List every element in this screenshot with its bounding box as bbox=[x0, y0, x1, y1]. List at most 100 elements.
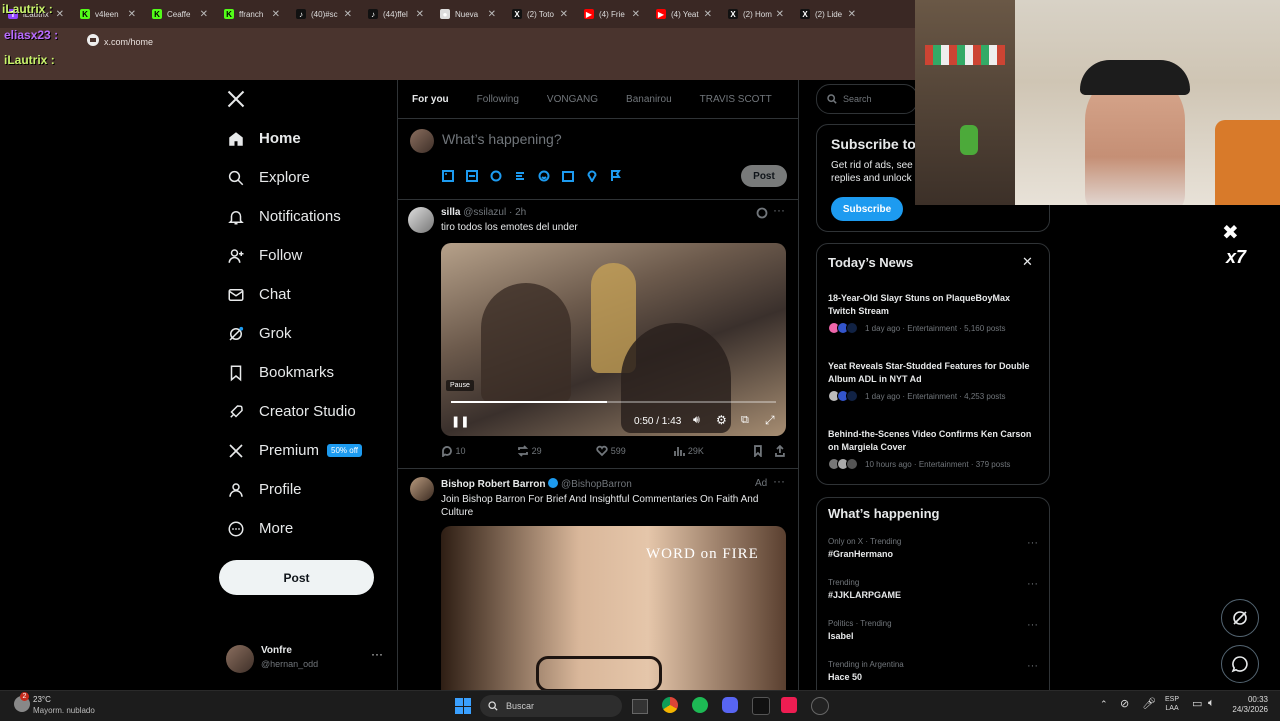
news-item[interactable]: 18-Year-Old Slayr Stuns on PlaqueBoyMax … bbox=[828, 292, 1038, 334]
weather-desc[interactable]: Mayorm. nublado bbox=[33, 706, 95, 715]
search-box[interactable]: Search bbox=[816, 84, 918, 114]
browser-tab[interactable]: X (2) Lide ✕ bbox=[792, 0, 864, 28]
sidebar-item-profile[interactable]: Profile bbox=[219, 470, 389, 509]
grok-compose-icon[interactable] bbox=[490, 170, 502, 182]
trend-item[interactable]: Politics · Trending Isabel ··· bbox=[828, 619, 1040, 660]
trend-more-icon[interactable]: ··· bbox=[1027, 660, 1038, 672]
video-player[interactable]: Pause ❚❚ 0:50 / 1:43 🔊︎ ⚙ ⧉ ⤢ bbox=[441, 243, 786, 436]
sidebar-item-creator-studio[interactable]: Creator Studio bbox=[219, 392, 389, 431]
browser-tab[interactable]: ● Nueva ✕ bbox=[432, 0, 504, 28]
schedule-icon[interactable] bbox=[562, 170, 574, 182]
sidebar-item-grok[interactable]: Grok bbox=[219, 314, 389, 353]
trend-item[interactable]: Only on X · Trending #GranHermano ··· bbox=[828, 537, 1040, 578]
poll-icon[interactable] bbox=[514, 170, 526, 182]
mic-icon[interactable]: 🎤︎ bbox=[1142, 697, 1156, 710]
browser-tab[interactable]: ♪ (40)#sc ✕ bbox=[288, 0, 360, 28]
feed-tab[interactable]: Following bbox=[463, 80, 533, 118]
monitor-icon[interactable]: ▭ bbox=[1192, 697, 1202, 710]
tweet-time[interactable]: · 2h bbox=[509, 207, 526, 218]
close-tab-icon[interactable]: ✕ bbox=[632, 9, 640, 20]
bookmark-icon[interactable] bbox=[752, 445, 764, 457]
views-button[interactable]: 29K bbox=[673, 445, 752, 457]
tweet[interactable]: silla @ssilazul · 2h ··· tiro todos los … bbox=[398, 200, 798, 469]
close-tab-icon[interactable]: ✕ bbox=[560, 9, 568, 20]
gif-icon[interactable] bbox=[466, 170, 478, 182]
avatar[interactable] bbox=[410, 477, 434, 501]
image-icon[interactable] bbox=[442, 170, 454, 182]
close-tab-icon[interactable]: ✕ bbox=[128, 9, 136, 20]
taskbar-search[interactable]: Buscar bbox=[480, 695, 622, 717]
browser-tab[interactable]: Kv4leen ✕ bbox=[72, 0, 144, 28]
obs-icon[interactable] bbox=[752, 697, 770, 715]
tiktok-icon[interactable] bbox=[781, 697, 797, 713]
tweet-author[interactable]: silla bbox=[441, 207, 460, 218]
x-logo-icon[interactable] bbox=[226, 89, 246, 109]
pause-icon[interactable]: ❚❚ bbox=[451, 415, 469, 428]
close-tab-icon[interactable]: ✕ bbox=[488, 9, 496, 20]
sidebar-item-chat[interactable]: Chat bbox=[219, 275, 389, 314]
tweet[interactable]: Bishop Robert Barron @BishopBarron Ad ··… bbox=[398, 469, 798, 690]
video-progress-track[interactable] bbox=[451, 401, 776, 403]
avatar[interactable] bbox=[408, 207, 434, 233]
account-switcher[interactable]: Vonfre @hernan_odd ··· bbox=[226, 645, 386, 675]
clock[interactable]: 00:33 24/3/2026 bbox=[1226, 695, 1268, 715]
app-icon[interactable] bbox=[811, 697, 829, 715]
sidebar-item-explore[interactable]: Explore bbox=[219, 158, 389, 197]
reply-button[interactable]: 10 bbox=[441, 445, 517, 457]
close-tab-icon[interactable]: ✕ bbox=[416, 9, 424, 20]
network-icon[interactable]: ⊘ bbox=[1120, 697, 1129, 710]
subscribe-button[interactable]: Subscribe bbox=[831, 197, 903, 221]
trend-more-icon[interactable]: ··· bbox=[1027, 619, 1038, 631]
close-icon[interactable]: ✕ bbox=[1022, 254, 1033, 270]
speaker-icon[interactable]: 🔈︎ bbox=[1208, 697, 1215, 710]
browser-tab[interactable]: ♪ (44)ffel ✕ bbox=[360, 0, 432, 28]
trend-more-icon[interactable]: ··· bbox=[1027, 537, 1038, 549]
share-icon[interactable] bbox=[774, 445, 786, 457]
browser-tab[interactable]: X (2) Toto ✕ bbox=[504, 0, 576, 28]
url-text[interactable]: x.com/home bbox=[104, 37, 153, 47]
flag-icon[interactable] bbox=[610, 170, 622, 182]
compose-post-button[interactable]: Post bbox=[741, 165, 787, 187]
browser-tab[interactable]: ▶ (4) Frie ✕ bbox=[576, 0, 648, 28]
trend-more-icon[interactable]: ··· bbox=[1027, 578, 1038, 590]
feed-tab[interactable]: Bananirou bbox=[612, 80, 686, 118]
sidebar-item-premium[interactable]: Premium 50% off bbox=[219, 431, 389, 470]
tray-chevron-icon[interactable]: ⌃ bbox=[1100, 699, 1108, 710]
feed-tab[interactable]: VONGANG bbox=[533, 80, 612, 118]
close-tab-icon[interactable]: ✕ bbox=[200, 9, 208, 20]
weather-temp[interactable]: 23°C bbox=[33, 695, 51, 704]
sidebar-item-more[interactable]: More bbox=[219, 509, 389, 548]
close-tab-icon[interactable]: ✕ bbox=[848, 9, 856, 20]
discord-icon[interactable] bbox=[722, 697, 738, 713]
tweet-handle[interactable]: @BishopBarron bbox=[561, 479, 632, 490]
feed-tab[interactable]: For you bbox=[398, 80, 463, 118]
grok-explain-icon[interactable] bbox=[756, 207, 768, 219]
repost-button[interactable]: 29 bbox=[517, 445, 596, 457]
compose-input[interactable]: What’s happening? bbox=[442, 131, 562, 147]
browser-tab[interactable]: ▶ (4) Yeat ✕ bbox=[648, 0, 720, 28]
chat-fab[interactable] bbox=[1221, 645, 1259, 683]
settings-icon[interactable]: ⚙ bbox=[716, 413, 727, 427]
browser-tab[interactable]: X (2) Hom ✕ bbox=[720, 0, 792, 28]
emoji-icon[interactable] bbox=[538, 170, 550, 182]
language-indicator[interactable]: ESP LAA bbox=[1165, 695, 1179, 713]
sidebar-item-bookmarks[interactable]: Bookmarks bbox=[219, 353, 389, 392]
spotify-icon[interactable] bbox=[692, 697, 708, 713]
news-item[interactable]: Behind-the-Scenes Video Confirms Ken Car… bbox=[828, 428, 1038, 470]
close-tab-icon[interactable]: ✕ bbox=[344, 9, 352, 20]
close-tab-icon[interactable]: ✕ bbox=[272, 9, 280, 20]
tweet-more-icon[interactable]: ··· bbox=[773, 474, 785, 488]
grok-fab[interactable] bbox=[1221, 599, 1259, 637]
tweet-more-icon[interactable]: ··· bbox=[773, 203, 785, 217]
feed-tab[interactable]: TRAVIS SCOTT bbox=[686, 80, 786, 118]
trend-item[interactable]: Trending #JJKLARPGAME ··· bbox=[828, 578, 1040, 619]
news-item[interactable]: Yeat Reveals Star-Studded Features for D… bbox=[828, 360, 1038, 402]
sidebar-item-follow[interactable]: Follow bbox=[219, 236, 389, 275]
browser-tab[interactable]: Kffranch ✕ bbox=[216, 0, 288, 28]
browser-tab[interactable]: K Ceaffe ✕ bbox=[144, 0, 216, 28]
chrome-icon[interactable] bbox=[662, 697, 678, 713]
fullscreen-icon[interactable]: ⤢ bbox=[765, 413, 775, 428]
tweet-author[interactable]: Bishop Robert Barron bbox=[441, 479, 545, 490]
like-button[interactable]: 599 bbox=[596, 445, 673, 457]
volume-icon[interactable]: 🔊︎ bbox=[693, 414, 700, 427]
